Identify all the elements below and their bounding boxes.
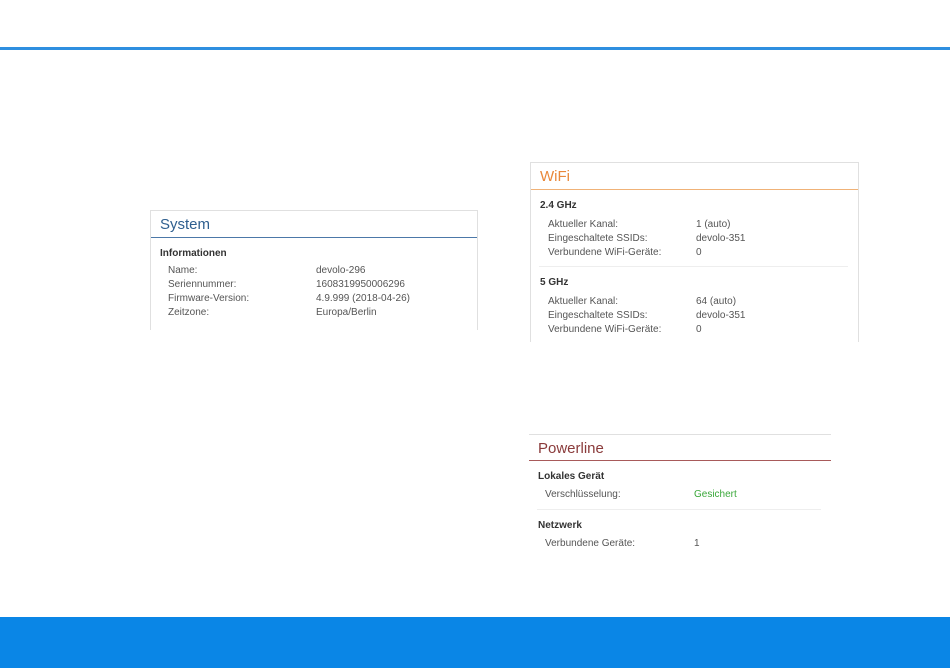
wifi-band-divider bbox=[539, 266, 848, 267]
wifi-24-row-ssids: Eingeschaltete SSIDs: devolo-351 bbox=[531, 232, 858, 246]
row-label: Eingeschaltete SSIDs: bbox=[548, 233, 648, 244]
row-label: Name: bbox=[168, 265, 198, 276]
wifi-5-row-devices: Verbundene WiFi-Geräte: 0 bbox=[531, 323, 858, 337]
row-value: Europa/Berlin bbox=[316, 307, 377, 318]
system-row-timezone: Zeitzone: Europa/Berlin bbox=[151, 306, 477, 320]
powerline-divider bbox=[537, 509, 821, 510]
wifi-card: WiFi 2.4 GHz Aktueller Kanal: 1 (auto) E… bbox=[530, 162, 859, 342]
row-label: Firmware-Version: bbox=[168, 293, 250, 304]
row-label: Aktueller Kanal: bbox=[548, 296, 619, 307]
row-label: Verbundene WiFi-Geräte: bbox=[548, 247, 662, 258]
system-section-title: Informationen bbox=[160, 248, 227, 259]
encryption-status: Gesichert bbox=[694, 489, 737, 500]
wifi-band-24-title: 2.4 GHz bbox=[540, 200, 577, 211]
row-value: devolo-296 bbox=[316, 265, 366, 276]
powerline-network-title: Netzwerk bbox=[538, 520, 582, 531]
powerline-network-list: Verbundene Geräte: 1 bbox=[529, 537, 831, 551]
row-label: Verbundene Geräte: bbox=[545, 538, 636, 549]
powerline-local-title: Lokales Gerät bbox=[538, 471, 605, 482]
wifi-band-5-list: Aktueller Kanal: 64 (auto) Eingeschaltet… bbox=[531, 295, 858, 337]
powerline-card: Powerline Lokales Gerät Verschlüsselung:… bbox=[529, 434, 831, 559]
system-card: System Informationen Name: devolo-296 Se… bbox=[150, 210, 478, 330]
wifi-band-5-title: 5 GHz bbox=[540, 277, 569, 288]
row-label: Eingeschaltete SSIDs: bbox=[548, 310, 648, 321]
wifi-5-row-ssids: Eingeschaltete SSIDs: devolo-351 bbox=[531, 309, 858, 323]
row-value: 64 (auto) bbox=[696, 296, 737, 307]
powerline-row-encryption: Verschlüsselung: Gesichert bbox=[529, 488, 831, 502]
wifi-card-title: WiFi bbox=[531, 163, 858, 190]
row-value: devolo-351 bbox=[696, 233, 746, 244]
row-label: Verbundene WiFi-Geräte: bbox=[548, 324, 662, 335]
system-row-serial: Seriennummer: 1608319950006296 bbox=[151, 278, 477, 292]
wifi-24-row-channel: Aktueller Kanal: 1 (auto) bbox=[531, 218, 858, 232]
powerline-local-list: Verschlüsselung: Gesichert bbox=[529, 488, 831, 502]
powerline-row-devices: Verbundene Geräte: 1 bbox=[529, 537, 831, 551]
row-value: 0 bbox=[696, 247, 702, 258]
row-value: devolo-351 bbox=[696, 310, 746, 321]
row-value: 4.9.999 (2018-04-26) bbox=[316, 293, 410, 304]
wifi-band-24-list: Aktueller Kanal: 1 (auto) Eingeschaltete… bbox=[531, 218, 858, 260]
row-label: Verschlüsselung: bbox=[545, 489, 621, 500]
row-label: Seriennummer: bbox=[168, 279, 237, 290]
row-value: 1608319950006296 bbox=[316, 279, 405, 290]
wifi-5-row-channel: Aktueller Kanal: 64 (auto) bbox=[531, 295, 858, 309]
header-divider-line bbox=[0, 47, 950, 50]
footer-bar bbox=[0, 617, 950, 668]
row-label: Aktueller Kanal: bbox=[548, 219, 619, 230]
system-row-firmware: Firmware-Version: 4.9.999 (2018-04-26) bbox=[151, 292, 477, 306]
row-value: 1 (auto) bbox=[696, 219, 731, 230]
row-value: 1 bbox=[694, 538, 700, 549]
system-card-title: System bbox=[151, 211, 477, 238]
system-info-list: Name: devolo-296 Seriennummer: 160831995… bbox=[151, 264, 477, 320]
wifi-24-row-devices: Verbundene WiFi-Geräte: 0 bbox=[531, 246, 858, 260]
powerline-card-title: Powerline bbox=[529, 434, 831, 461]
system-row-name: Name: devolo-296 bbox=[151, 264, 477, 278]
row-label: Zeitzone: bbox=[168, 307, 210, 318]
row-value: 0 bbox=[696, 324, 702, 335]
